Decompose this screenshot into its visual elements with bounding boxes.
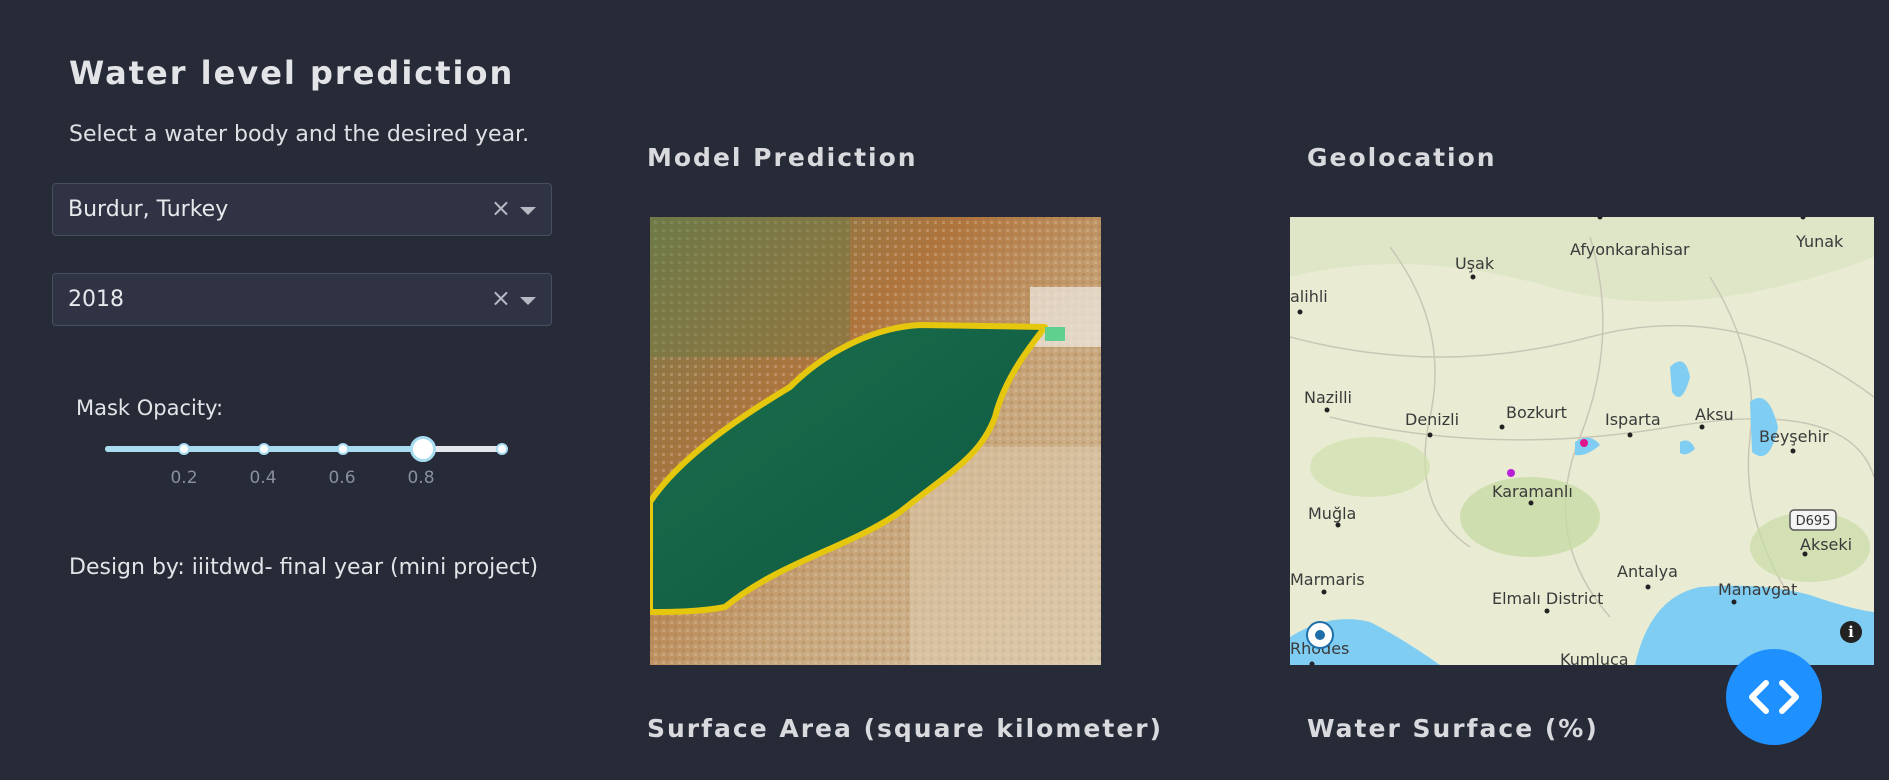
model-prediction-heading: Model Prediction <box>647 143 918 172</box>
slider-tick-label: 0.8 <box>407 468 435 488</box>
map-label: Isparta <box>1605 410 1661 429</box>
map-label: Uşak <box>1455 254 1495 273</box>
slider-tick-label: 0.4 <box>249 468 277 488</box>
map-label: Elmalı District <box>1492 589 1603 608</box>
map-label: alihli <box>1290 287 1328 306</box>
geolocation-heading: Geolocation <box>1307 143 1497 172</box>
map-label: Afyonkarahisar <box>1570 240 1690 259</box>
slider-mark[interactable] <box>337 443 350 455</box>
map-label: Kumluca <box>1560 650 1629 665</box>
caret-down-icon[interactable] <box>520 207 536 215</box>
mask-opacity-label: Mask Opacity: <box>76 396 224 420</box>
map-label: Manavgat <box>1718 580 1797 599</box>
year-value: 2018 <box>68 287 124 312</box>
geolocation-map[interactable]: D695 Uşak Afyonkarahisar Yunak alihli Na… <box>1290 217 1874 665</box>
slider-mark[interactable] <box>496 443 508 455</box>
slider-tick-label: 0.2 <box>170 468 198 488</box>
code-icon <box>1749 680 1799 714</box>
water-body-select[interactable]: Burdur, Turkey × <box>52 183 552 236</box>
page-subtitle: Select a water body and the desired year… <box>69 122 530 147</box>
slider-tick-label: 0.6 <box>328 468 356 488</box>
slider-mark[interactable] <box>178 443 191 455</box>
map-label: Antalya <box>1617 562 1678 581</box>
mask-opacity-slider[interactable] <box>105 436 508 462</box>
clear-icon[interactable]: × <box>491 194 511 222</box>
app-page: Water level prediction Select a water bo… <box>0 0 1889 780</box>
slider-mark[interactable] <box>257 443 270 455</box>
map-label: Denizli <box>1405 410 1459 429</box>
surface-area-heading: Surface Area (square kilometer) <box>647 714 1164 743</box>
clear-icon[interactable]: × <box>491 284 511 312</box>
map-label: Marmaris <box>1290 570 1365 589</box>
page-title: Water level prediction <box>69 54 515 92</box>
water-body-value: Burdur, Turkey <box>68 197 229 222</box>
map-label: Yunak <box>1795 232 1844 251</box>
map-label: Beyşehir <box>1759 427 1829 446</box>
slider-handle[interactable] <box>409 436 436 462</box>
caret-down-icon[interactable] <box>520 297 536 305</box>
design-credit: Design by: iiitdwd- final year (mini pro… <box>69 555 539 580</box>
map-label: Aksu <box>1695 405 1734 424</box>
info-icon[interactable]: i <box>1840 621 1862 643</box>
map-label: Nazilli <box>1304 388 1352 407</box>
water-surface-heading: Water Surface (%) <box>1307 714 1599 743</box>
map-label: Karamanlı <box>1492 482 1573 501</box>
map-label: Muğla <box>1308 504 1356 523</box>
map-label-road: D695 <box>1796 514 1831 529</box>
prediction-image <box>650 217 1101 665</box>
map-label: Akseki <box>1800 535 1852 554</box>
code-toggle-button[interactable] <box>1726 649 1822 745</box>
year-select[interactable]: 2018 × <box>52 273 552 326</box>
map-label: Bozkurt <box>1506 403 1567 422</box>
